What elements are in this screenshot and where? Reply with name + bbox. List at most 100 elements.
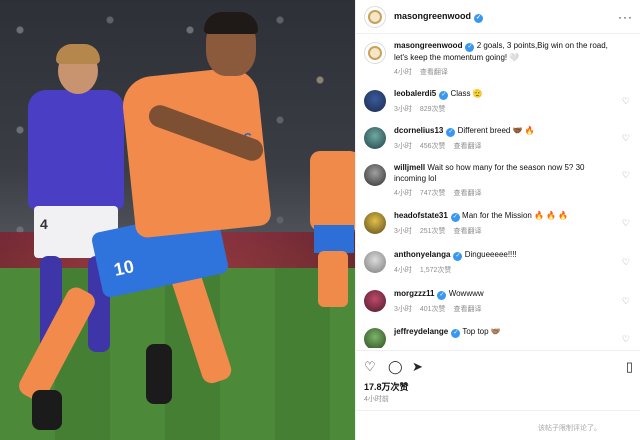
comment-username[interactable]: anthonyelanga (394, 250, 450, 259)
comments-panel: masongreenwood ✓ ··· masongreenwood ✓ 2 go… (355, 0, 640, 440)
share-icon[interactable]: ➤ (412, 359, 423, 375)
caption-avatar[interactable] (364, 42, 386, 64)
verified-icon: ✓ (453, 252, 463, 261)
comment-like-heart-icon[interactable]: ♡ (622, 296, 630, 307)
comment-body: headofstate31 ✓ Man for the Mission 🔥 🔥 🔥… (394, 210, 618, 236)
more-options-icon[interactable]: ··· (618, 10, 633, 24)
owner-logo-icon (368, 9, 382, 24)
comment-item: jeffreydelange ✓ Top top 🤝🏽 ♡ (364, 326, 634, 348)
comment-translate-link[interactable]: 查看翻译 (454, 306, 482, 313)
caption-translate-link[interactable]: 查看翻译 (420, 69, 448, 76)
comment-like-heart-icon[interactable]: ♡ (622, 133, 630, 144)
player-shorts-number: 10 (112, 256, 136, 280)
comment-translate-link[interactable]: 查看翻译 (454, 190, 482, 197)
likes-count[interactable]: 17.8万次赞 (364, 380, 409, 393)
comment-avatar[interactable] (364, 90, 386, 112)
comment-item: headofstate31 ✓ Man for the Mission 🔥 🔥 🔥… (364, 210, 634, 236)
comment-text: Man for the Mission 🔥 🔥 🔥 (462, 211, 569, 220)
owner-avatar[interactable] (364, 5, 386, 28)
comment-text: Wowwww (448, 289, 484, 298)
comment-text-line: willjmell Wait so how many for the seaso… (394, 162, 618, 184)
comment-text-line: morgzzz11 ✓ Wowwww (394, 288, 618, 300)
comment-text: Class 🫡 (450, 89, 483, 98)
verified-icon: ✓ (437, 291, 447, 300)
comment-meta: 3小时 251次赞 查看翻译 (394, 226, 618, 236)
comment-username[interactable]: morgzzz11 (394, 289, 434, 298)
comment-avatar[interactable] (364, 127, 386, 149)
bookmark-icon[interactable]: ▯ (626, 359, 633, 375)
caption-meta: 4小时 查看翻译 (394, 67, 618, 77)
celebrating-player: 10 CMAC (15, 12, 276, 434)
comment-item: leobalerdi5 ✓ Class 🫡 3小时 829次赞 ♡ (364, 88, 634, 114)
teammate-legs (318, 251, 348, 307)
comment-meta: 4小时 747次赞 查看翻译 (394, 188, 618, 198)
verified-icon: ✓ (474, 13, 484, 23)
comment-avatar[interactable] (364, 164, 386, 186)
owner-username[interactable]: masongreenwood ✓ (394, 11, 484, 23)
comment-likes[interactable]: 829次赞 (420, 106, 446, 113)
comment-like-heart-icon[interactable]: ♡ (622, 257, 630, 268)
comment-text-line: headofstate31 ✓ Man for the Mission 🔥 🔥 🔥 (394, 210, 618, 222)
comment-like-heart-icon[interactable]: ♡ (622, 334, 630, 345)
caption-time: 4小时 (394, 69, 412, 76)
comment-likes[interactable]: 747次赞 (420, 190, 446, 197)
comment-likes[interactable]: 401次赞 (420, 306, 446, 313)
post-timestamp: 4小时前 (364, 396, 389, 403)
post-header: masongreenwood ✓ ··· (356, 0, 640, 34)
comment-text-line: leobalerdi5 ✓ Class 🫡 (394, 88, 618, 100)
comment-likes[interactable]: 1,572次赞 (420, 267, 452, 274)
comment-avatar[interactable] (364, 290, 386, 312)
comment-body: willjmell Wait so how many for the seaso… (394, 162, 618, 198)
post-actions-bar: ♡ ◯ ➤ ▯ (356, 350, 640, 378)
comment-meta: 4小时 1,572次赞 (394, 265, 618, 275)
caption-item: masongreenwood ✓ 2 goals, 3 points,Big wi… (364, 40, 634, 77)
comment-username[interactable]: leobalerdi5 (394, 89, 436, 98)
comment-time: 3小时 (394, 106, 412, 113)
comment-body: morgzzz11 ✓ Wowwww 3小时 401次赞 查看翻译 (394, 288, 618, 314)
caption-username[interactable]: masongreenwood (394, 41, 462, 50)
comment-meta: 3小时 456次赞 查看翻译 (394, 141, 618, 151)
post-photo[interactable]: 4 10 CMAC (0, 0, 355, 440)
teammate-shorts (314, 225, 354, 253)
comment-text-line: anthonyelanga ✓ Dingueeeee!!!! (394, 249, 618, 261)
comment-username[interactable]: headofstate31 (394, 211, 448, 220)
comment-item: willjmell Wait so how many for the seaso… (364, 162, 634, 198)
comment-likes[interactable]: 456次赞 (420, 143, 446, 150)
comment-avatar[interactable] (364, 251, 386, 273)
comment-text-line: jeffreydelange ✓ Top top 🤝🏽 (394, 326, 618, 338)
comment-item: anthonyelanga ✓ Dingueeeee!!!! 4小时 1,572次… (364, 249, 634, 275)
verified-icon: ✓ (450, 213, 460, 222)
comment-translate-link[interactable]: 查看翻译 (454, 143, 482, 150)
comment-username[interactable]: dcornelius13 (394, 126, 443, 135)
comment-username[interactable]: jeffreydelange (394, 327, 448, 336)
comment-item: morgzzz11 ✓ Wowwww 3小时 401次赞 查看翻译 ♡ (364, 288, 634, 314)
player-boot-left (32, 390, 62, 430)
comment-item: dcornelius13 ✓ Different breed 🤝🏾 🔥 3小时 4… (364, 125, 634, 151)
comment-like-heart-icon[interactable]: ♡ (622, 218, 630, 229)
comment-body: jeffreydelange ✓ Top top 🤝🏽 (394, 326, 618, 348)
comment-likes[interactable]: 251次赞 (420, 228, 446, 235)
like-heart-icon[interactable]: ♡ (364, 359, 376, 375)
comment-translate-link[interactable]: 查看翻译 (454, 228, 482, 235)
comment-like-heart-icon[interactable]: ♡ (622, 96, 630, 107)
comment-icon[interactable]: ◯ (388, 359, 403, 375)
comments-list[interactable]: masongreenwood ✓ 2 goals, 3 points,Big wi… (356, 36, 640, 348)
player-boot-right (146, 344, 172, 404)
caption-text-line: masongreenwood ✓ 2 goals, 3 points,Big wi… (394, 40, 618, 63)
comment-body: dcornelius13 ✓ Different breed 🤝🏾 🔥 3小时 4… (394, 125, 618, 151)
comment-like-heart-icon[interactable]: ♡ (622, 170, 630, 181)
verified-icon: ✓ (465, 43, 475, 52)
comment-area: 该帖子限制评论了。 (356, 410, 640, 440)
comment-body: anthonyelanga ✓ Dingueeeee!!!! 4小时 1,572次… (394, 249, 618, 275)
comment-meta: 3小时 829次赞 (394, 104, 618, 114)
caption-body: masongreenwood ✓ 2 goals, 3 points,Big wi… (394, 40, 618, 77)
comment-username[interactable]: willjmell (394, 163, 425, 172)
comment-text: Dingueeeee!!!! (464, 250, 517, 259)
comments-limited-note: 该帖子限制评论了。 (538, 425, 601, 432)
teammate-player (300, 135, 355, 307)
comment-time: 3小时 (394, 228, 412, 235)
verified-icon: ✓ (451, 329, 461, 338)
comment-avatar[interactable] (364, 328, 386, 348)
verified-icon: ✓ (439, 91, 449, 100)
comment-avatar[interactable] (364, 212, 386, 234)
